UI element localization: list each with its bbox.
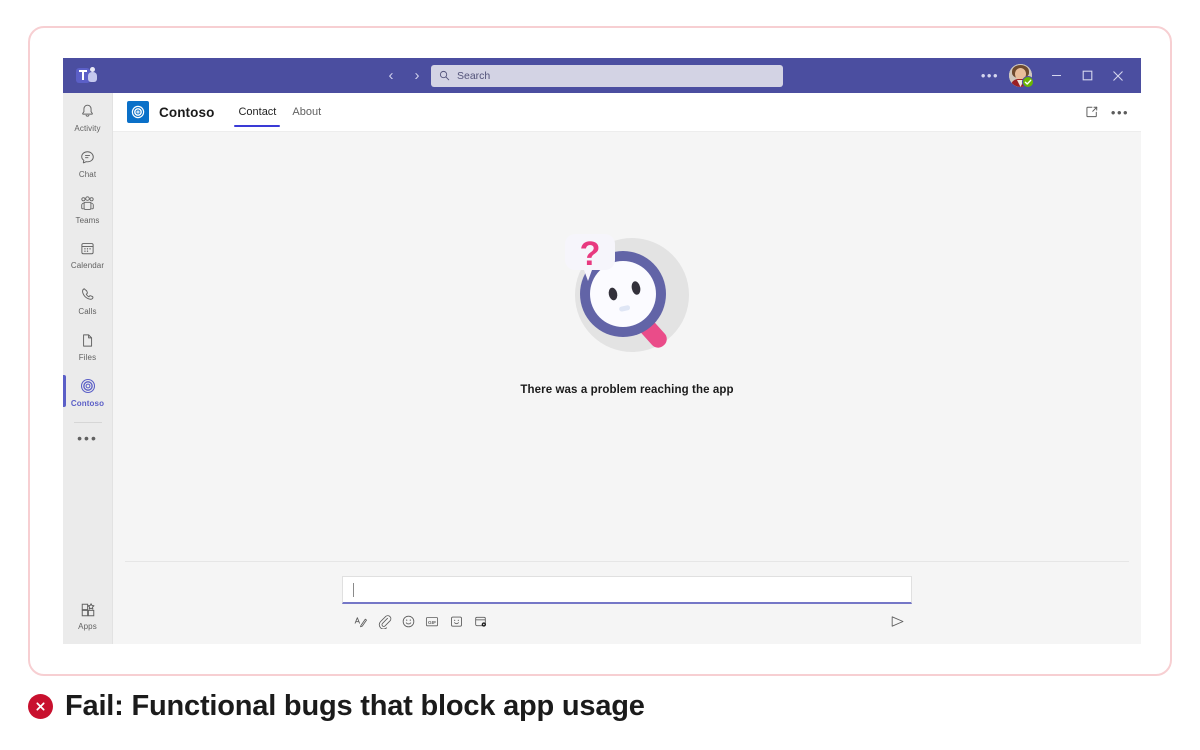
sidebar-item-apps[interactable]: Apps — [63, 591, 112, 644]
caption: Fail: Functional bugs that block app usa… — [28, 690, 645, 723]
sidebar-item-label: Calendar — [70, 261, 105, 271]
teams-window: ‹ › Search ••• Activity Chat Teams Calen… — [63, 58, 1141, 644]
sidebar-item-label: Apps — [78, 622, 97, 632]
sidebar-item-chat[interactable]: Chat — [63, 139, 112, 185]
sidebar-item-label: Activity — [74, 124, 101, 133]
sidebar-item-label: Calls — [78, 307, 97, 317]
title-bar: ‹ › Search ••• — [63, 58, 1141, 93]
chat-icon — [79, 147, 96, 168]
app-header: Contoso Contact About ••• — [113, 93, 1141, 132]
sidebar-item-activity[interactable]: Activity — [63, 93, 112, 139]
navigation-arrows: ‹ › — [383, 68, 425, 83]
sidebar-item-calls[interactable]: Calls — [63, 276, 112, 322]
app-tabs: Contact About — [230, 93, 329, 131]
format-icon[interactable] — [348, 612, 372, 630]
sidebar-item-calendar[interactable]: Calendar — [63, 230, 112, 276]
window-body: Activity Chat Teams Calendar Calls Files… — [63, 93, 1141, 644]
avatar[interactable] — [1009, 64, 1034, 88]
svg-text:GIF: GIF — [428, 619, 436, 625]
search-icon — [439, 70, 450, 81]
emoji-icon[interactable] — [396, 612, 420, 630]
app-more-label: ••• — [1110, 104, 1130, 120]
search-placeholder: Search — [457, 69, 491, 82]
send-button[interactable] — [889, 614, 906, 629]
send-icon — [891, 615, 904, 627]
presence-available-badge — [1022, 76, 1034, 88]
teams-icon — [78, 193, 97, 214]
forward-button[interactable]: › — [409, 68, 425, 83]
calendar-icon — [79, 238, 96, 259]
sidebar-item-teams[interactable]: Teams — [63, 185, 112, 231]
gif-icon[interactable]: GIF — [420, 612, 444, 630]
popout-button[interactable] — [1081, 101, 1103, 123]
app-rail: Activity Chat Teams Calendar Calls Files… — [63, 93, 113, 644]
contoso-logo — [127, 101, 149, 123]
rail-more-button[interactable]: ••• — [77, 425, 98, 445]
sidebar-item-files[interactable]: Files — [63, 322, 112, 368]
attach-icon[interactable] — [372, 612, 396, 630]
sidebar-item-label: Contoso — [70, 398, 105, 408]
tab-about[interactable]: About — [284, 93, 329, 131]
file-icon — [79, 330, 96, 351]
compose-area: GIF — [125, 561, 1129, 644]
caption-text: Fail: Functional bugs that block app usa… — [65, 690, 645, 722]
microsoft-teams-logo — [76, 65, 98, 87]
screenshot-frame: ‹ › Search ••• Activity Chat Teams Calen… — [28, 26, 1172, 676]
rail-divider — [73, 421, 102, 423]
search-input[interactable]: Search — [431, 64, 783, 87]
compose-box: GIF — [342, 576, 912, 630]
apps-grid-icon — [79, 599, 97, 620]
maximize-button[interactable] — [1072, 58, 1102, 93]
titlebar-right-controls: ••• — [974, 58, 1133, 93]
tab-contact[interactable]: Contact — [230, 93, 284, 131]
phone-icon — [79, 284, 96, 305]
sidebar-item-label: Files — [78, 352, 97, 362]
minimize-button[interactable] — [1041, 58, 1071, 93]
app-area: Contoso Contact About ••• ? There was a … — [113, 93, 1141, 644]
compose-toolbar: GIF — [342, 604, 912, 630]
sidebar-item-contoso[interactable]: Contoso — [63, 368, 112, 414]
app-header-actions: ••• — [1081, 101, 1131, 123]
empty-state-message: There was a problem reaching the app — [520, 384, 734, 396]
bell-icon — [79, 101, 96, 122]
magnifying-glass-question-illustration: ? — [552, 218, 702, 368]
app-more-button[interactable]: ••• — [1109, 101, 1131, 123]
app-content: ? There was a problem reaching the app — [113, 132, 1141, 561]
sidebar-item-label: Teams — [75, 215, 100, 225]
titlebar-more-button[interactable]: ••• — [974, 69, 1006, 82]
sticker-icon[interactable] — [444, 612, 468, 630]
sidebar-item-label: Chat — [78, 169, 97, 179]
open-in-new-window-icon — [1086, 106, 1098, 118]
schedule-icon[interactable] — [468, 612, 492, 630]
fail-x-icon — [28, 694, 53, 719]
back-button[interactable]: ‹ — [383, 68, 399, 83]
text-caret — [353, 582, 354, 597]
message-input[interactable] — [342, 576, 912, 604]
page-title: Contoso — [159, 104, 215, 120]
svg-text:?: ? — [580, 235, 601, 273]
contoso-icon — [79, 376, 97, 397]
close-button[interactable] — [1103, 58, 1133, 93]
